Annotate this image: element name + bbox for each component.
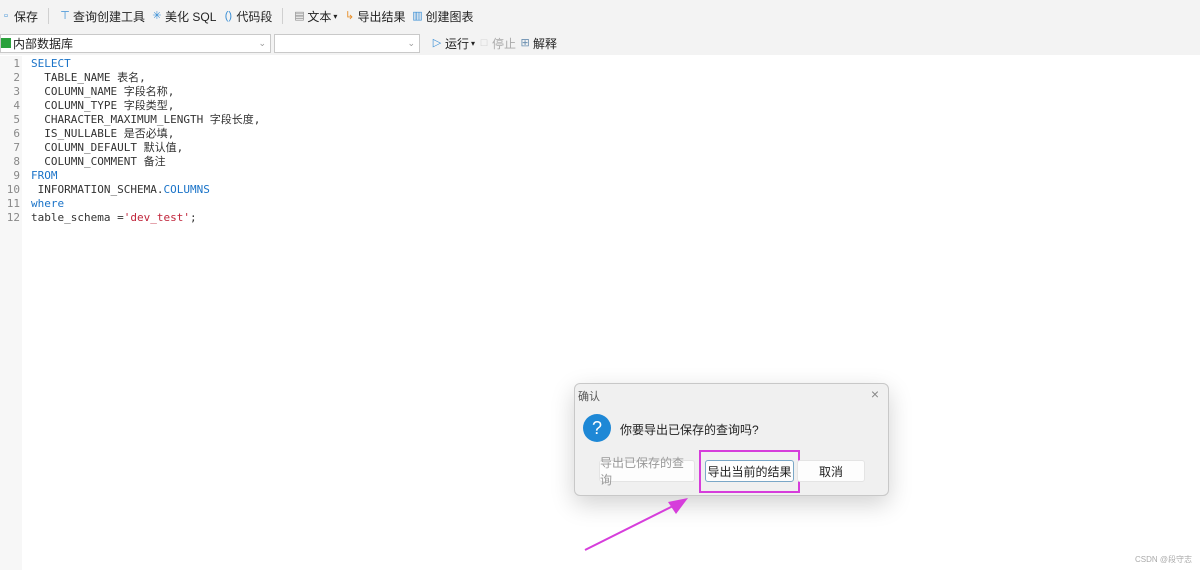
sql-text: IS_NULLABLE 是否必填, (31, 127, 175, 140)
annotation-arrow (584, 498, 688, 551)
sql-text: TABLE_NAME 表名, (31, 71, 146, 84)
code-snippet-button[interactable]: () 代码段 (222, 8, 273, 25)
sql-text: INFORMATION_SCHEMA. (31, 183, 164, 196)
line-number: 1 (13, 57, 20, 70)
line-number: 4 (13, 99, 20, 112)
sql-string: 'dev_test' (123, 211, 190, 224)
code-text: where (31, 197, 64, 211)
sql-keyword: FROM (31, 169, 58, 182)
code-text: SELECT (31, 57, 71, 71)
line-number: 12 (6, 211, 20, 224)
code-text: FROM (31, 169, 58, 183)
dropdown-icon: ▾ (333, 11, 338, 21)
dialog-message: 你要导出已保存的查询吗? (620, 423, 759, 437)
line-number: 9 (13, 169, 20, 182)
cancel-button[interactable]: 取消 (797, 460, 865, 482)
export-current-result-button[interactable]: 导出当前的结果 (705, 460, 794, 482)
chevron-down-icon: ⌄ (258, 37, 266, 48)
line-number: 7 (13, 141, 20, 154)
save-icon: ▫ (4, 10, 8, 22)
question-icon: ? (583, 414, 611, 442)
create-chart-button[interactable]: ▥ 创建图表 (411, 8, 473, 25)
divider (48, 8, 50, 24)
query-builder-icon: ⊤ (60, 10, 70, 22)
divider (282, 8, 284, 24)
document-icon: ▤ (294, 10, 305, 22)
sql-text: table_schema = (31, 211, 124, 224)
watermark: CSDN @段守志 (1134, 555, 1192, 564)
query-toolbar: 内部数据库 ⌄ ⌄ ▷ 运行 ▾ □ 停止 ⊞ 解释 (0, 31, 1200, 55)
code-text: IS_NULLABLE 是否必填, (31, 127, 174, 141)
beautify-icon: ✳ (152, 10, 162, 22)
save-button[interactable]: ▫ 保存 (0, 8, 38, 25)
dialog-title: 确认 (578, 391, 600, 403)
export-saved-query-button[interactable]: 导出已保存的查询 (599, 456, 695, 487)
code-text: INFORMATION_SCHEMA.COLUMNS (31, 183, 210, 197)
chart-icon: ▥ (412, 10, 423, 22)
sql-text: COLUMN_NAME 字段名称, (31, 85, 175, 98)
sql-text: ; (189, 211, 197, 224)
stop-button[interactable]: □ 停止 (478, 35, 516, 52)
database-select[interactable]: ⌄ (274, 33, 420, 53)
line-number: 8 (13, 155, 20, 168)
code-text: TABLE_NAME 表名, (31, 71, 146, 85)
run-button[interactable]: ▷ 运行 ▾ (431, 35, 475, 52)
snippet-icon: () (224, 10, 233, 22)
sql-keyword: where (31, 197, 65, 210)
line-number: 11 (6, 197, 20, 210)
line-number: 2 (13, 71, 20, 84)
code-text: CHARACTER_MAXIMUM_LENGTH 字段长度, (31, 113, 260, 127)
code-text: COLUMN_TYPE 字段类型, (31, 99, 174, 113)
line-number: 10 (6, 183, 20, 196)
explain-icon: ⊞ (520, 37, 530, 49)
code-text: COLUMN_COMMENT 备注 (31, 155, 166, 169)
sql-text: COLUMN_COMMENT 备注 (31, 155, 166, 168)
connection-select[interactable]: 内部数据库 ⌄ (0, 33, 271, 53)
code-text: table_schema ='dev_test'; (31, 211, 197, 225)
code-text: COLUMN_DEFAULT 默认值, (31, 141, 183, 155)
stop-icon: □ (480, 37, 488, 49)
query-builder-button[interactable]: ⊤ 查询创建工具 (59, 8, 145, 25)
line-number: 3 (13, 85, 20, 98)
line-number: 5 (13, 113, 20, 126)
sql-keyword: COLUMNS (163, 183, 210, 196)
beautify-sql-button[interactable]: ✳ 美化 SQL (151, 8, 216, 25)
sql-text: CHARACTER_MAXIMUM_LENGTH 字段长度, (31, 113, 261, 126)
close-icon[interactable]: × (871, 386, 879, 402)
chevron-down-icon: ⌄ (407, 37, 415, 48)
main-toolbar: ▫ 保存 ⊤ 查询创建工具 ✳ 美化 SQL () 代码段 ▤ 文本 ▾ ↳ 导出结果 ▥ 创建… (0, 0, 1200, 32)
sql-keyword: SELECT (31, 57, 71, 70)
play-icon: ▷ (432, 37, 442, 49)
text-dropdown[interactable]: ▤ 文本 ▾ (293, 8, 337, 25)
confirm-dialog: 确认 × ? 你要导出已保存的查询吗? 导出已保存的查询 导出当前的结果 取消 (574, 383, 889, 496)
export-result-button[interactable]: ↳ 导出结果 (343, 8, 406, 25)
explain-button[interactable]: ⊞ 解释 (519, 35, 557, 52)
export-icon: ↳ (344, 10, 355, 22)
sql-text: COLUMN_TYPE 字段类型, (31, 99, 175, 112)
dropdown-icon: ▾ (471, 38, 476, 48)
code-text: COLUMN_NAME 字段名称, (31, 85, 174, 99)
sql-text: COLUMN_DEFAULT 默认值, (31, 141, 184, 154)
line-number: 6 (13, 127, 20, 140)
connection-icon (1, 38, 11, 48)
